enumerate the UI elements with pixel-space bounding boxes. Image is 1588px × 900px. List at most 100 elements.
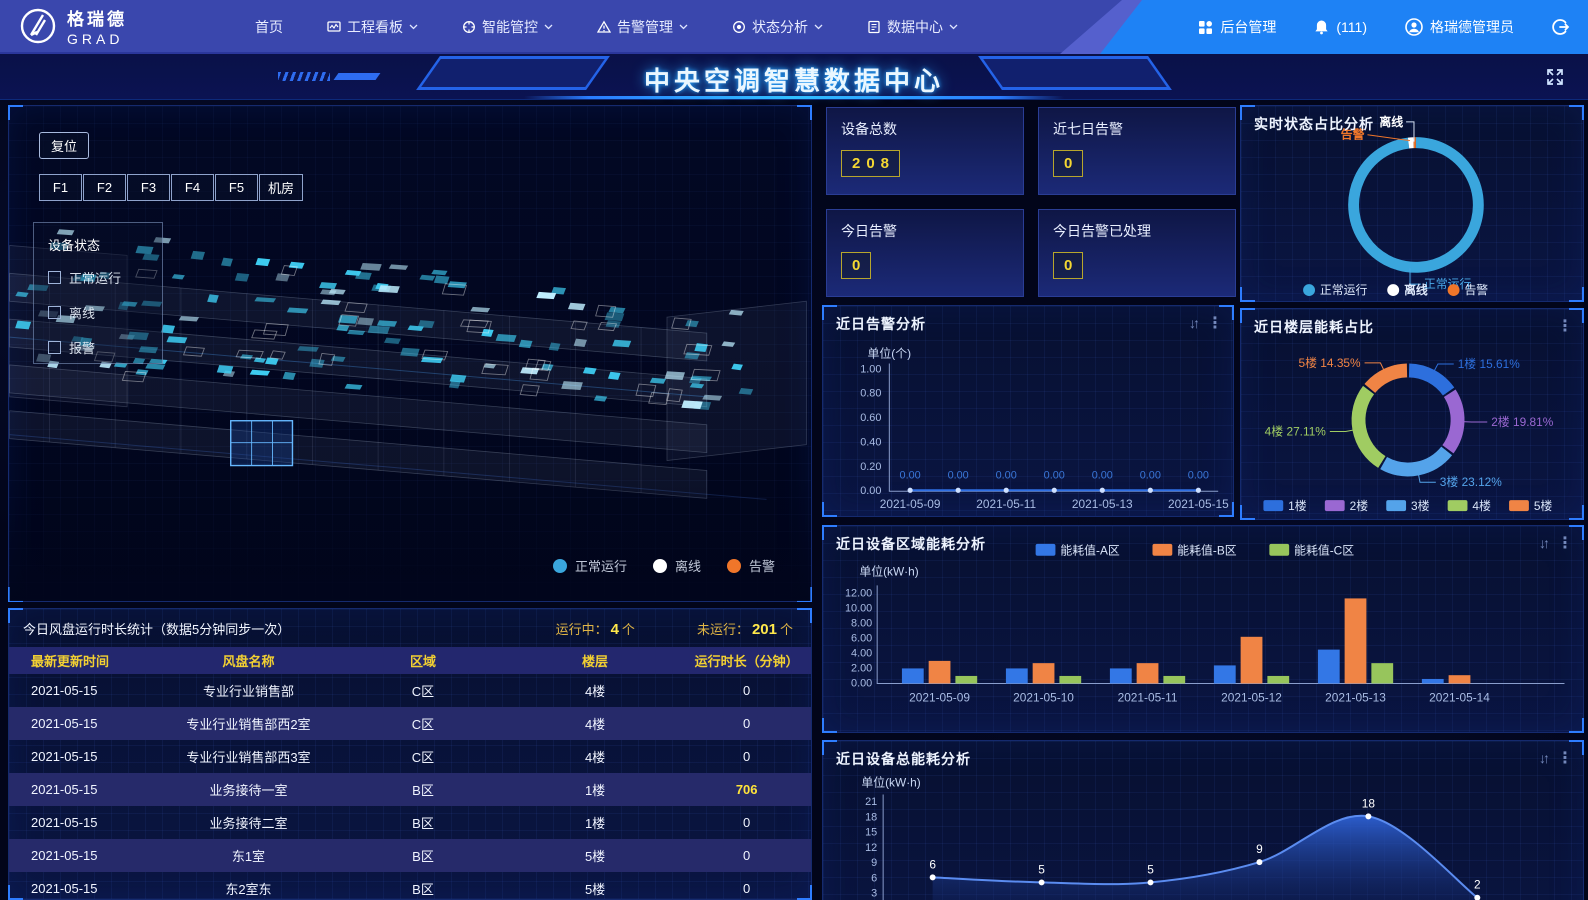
floor-button-机房[interactable]: 机房 xyxy=(259,174,303,201)
app-root: 格瑞德 GRAD 首页 工程看板 智能管控 告警管理 状态分析 数据中心 后台管理 xyxy=(0,0,1588,900)
sort-icon[interactable]: ↓↑ xyxy=(1539,750,1547,766)
floor-button-F2[interactable]: F2 xyxy=(83,174,126,201)
status-donut-chart: 离线告警正常运行正常运行离线告警 xyxy=(1241,106,1583,301)
svg-text:2021-05-15: 2021-05-15 xyxy=(1168,497,1229,511)
stat-label: 今日告警 xyxy=(841,221,1009,241)
svg-text:2021-05-12: 2021-05-12 xyxy=(1221,690,1282,704)
chevron-down-icon xyxy=(814,24,823,30)
table-cell: 2021-05-15 xyxy=(9,749,159,764)
page-header: 中央空调智慧数据中心 xyxy=(0,54,1588,100)
brand-logo[interactable]: 格瑞德 GRAD xyxy=(18,5,127,47)
status-filter-option-3[interactable]: 报警 xyxy=(48,338,162,357)
table-row: 2021-05-15业务接待一室B区1楼706 xyxy=(9,773,811,806)
kebab-menu-icon[interactable]: ⋮ xyxy=(1557,316,1573,336)
svg-text:15: 15 xyxy=(865,827,877,839)
table-cell: 2021-05-15 xyxy=(9,782,159,797)
board-icon xyxy=(327,20,341,34)
table-cell: 专业行业销售部 xyxy=(159,681,339,700)
checkbox[interactable] xyxy=(48,341,61,354)
kebab-menu-icon[interactable]: ⋮ xyxy=(1557,533,1573,553)
checkbox[interactable] xyxy=(48,271,61,284)
chevron-down-icon xyxy=(409,24,418,30)
fullscreen-icon xyxy=(1544,66,1566,88)
chevron-down-icon xyxy=(949,24,958,30)
sort-icon[interactable]: ↓↑ xyxy=(1539,535,1547,551)
svg-text:能耗值-C区: 能耗值-C区 xyxy=(1294,544,1354,558)
table-cell: B区 xyxy=(338,879,508,898)
stat-label: 今日告警已处理 xyxy=(1053,221,1221,241)
table-cell: C区 xyxy=(338,714,508,733)
control-icon xyxy=(462,20,476,34)
table-cell: 5楼 xyxy=(508,846,683,865)
alarm-line-chart: 单位(个)1.000.800.600.400.200.000.000.000.0… xyxy=(823,306,1233,516)
chevron-down-icon xyxy=(544,24,553,30)
menu-item-5[interactable]: 状态分析 xyxy=(732,17,823,37)
svg-text:0.00: 0.00 xyxy=(1140,469,1161,481)
region-energy-panel: 近日设备区域能耗分析 ↓↑ ⋮ 能耗值-A区能耗值-B区能耗值-C区单位(kW·… xyxy=(822,525,1584,733)
user-menu[interactable]: 格瑞德管理员 xyxy=(1405,17,1514,37)
sort-icon[interactable]: ↓↑ xyxy=(1189,315,1197,331)
table-cell: 2021-05-15 xyxy=(9,815,159,830)
svg-text:0.00: 0.00 xyxy=(1092,469,1113,481)
svg-text:0.60: 0.60 xyxy=(860,412,881,424)
stat-value: 0 xyxy=(1053,252,1083,279)
table-cell: 专业行业销售部西2室 xyxy=(159,714,339,733)
logout-button[interactable] xyxy=(1552,18,1570,36)
menu-item-3[interactable]: 智能管控 xyxy=(462,17,553,37)
recent-alarm-panel: 近日告警分析 ↓↑ ⋮ 单位(个)1.000.800.600.400.200.0… xyxy=(822,305,1234,517)
panel-title: 近日告警分析 xyxy=(836,314,926,334)
svg-text:能耗值-B区: 能耗值-B区 xyxy=(1177,544,1236,558)
table-cell: 2021-05-15 xyxy=(9,716,159,731)
table-cell: 1楼 xyxy=(508,813,683,832)
table-cell: B区 xyxy=(338,780,508,799)
table-cell: 1楼 xyxy=(508,780,683,799)
menu-item-4[interactable]: 告警管理 xyxy=(597,17,688,37)
top-navbar: 格瑞德 GRAD 首页 工程看板 智能管控 告警管理 状态分析 数据中心 后台管理 xyxy=(0,0,1588,54)
table-cell: 东1室 xyxy=(159,846,339,865)
status-filter-option-2[interactable]: 离线 xyxy=(48,303,162,322)
stat-card-2: 近七日告警 0 xyxy=(1038,107,1236,195)
running-count: 运行中：4个 xyxy=(556,619,635,638)
svg-text:离线: 离线 xyxy=(1404,283,1428,297)
svg-text:18: 18 xyxy=(865,811,877,823)
device-status-filter: 设备状态 正常运行离线报警 xyxy=(33,222,163,364)
logout-icon xyxy=(1552,18,1570,36)
floor-selector: F1F2F3F4F5机房 xyxy=(39,174,303,201)
table-cell: 5楼 xyxy=(508,879,683,898)
checkbox[interactable] xyxy=(48,306,61,319)
chevron-down-icon xyxy=(679,24,688,30)
floor-button-F1[interactable]: F1 xyxy=(39,174,82,201)
notification-count: (111) xyxy=(1336,19,1367,35)
svg-text:10.00: 10.00 xyxy=(845,602,872,614)
notifications-button[interactable]: (111) xyxy=(1314,19,1367,35)
kebab-menu-icon[interactable]: ⋮ xyxy=(1207,313,1223,333)
floor-button-F4[interactable]: F4 xyxy=(171,174,214,201)
table-cell: 706 xyxy=(682,782,811,797)
table-body: 2021-05-15专业行业销售部C区4楼02021-05-15专业行业销售部西… xyxy=(9,674,811,900)
svg-text:单位(kW·h): 单位(kW·h) xyxy=(859,565,918,579)
svg-text:2021-05-11: 2021-05-11 xyxy=(1118,690,1178,704)
bell-icon xyxy=(1314,19,1329,35)
menu-item-1[interactable]: 首页 xyxy=(255,17,283,37)
svg-text:9: 9 xyxy=(1256,842,1263,856)
table-header-cell: 运行时长（分钟） xyxy=(682,651,811,670)
svg-text:0.00: 0.00 xyxy=(1188,469,1209,481)
status-filter-option-1[interactable]: 正常运行 xyxy=(48,268,162,287)
reset-view-button[interactable]: 复位 xyxy=(39,132,89,159)
legend-dot xyxy=(727,559,741,573)
table-cell: 0 xyxy=(682,683,811,698)
svg-text:0.00: 0.00 xyxy=(900,469,921,481)
table-row: 2021-05-15业务接待二室B区1楼0 xyxy=(9,806,811,839)
floor-button-F5[interactable]: F5 xyxy=(215,174,258,201)
table-header-row: 最新更新时间风盘名称区域楼层运行时长（分钟） xyxy=(9,647,811,674)
admin-button[interactable]: 后台管理 xyxy=(1198,17,1276,37)
menu-item-2[interactable]: 工程看板 xyxy=(327,17,418,37)
panel-title: 近日楼层能耗占比 xyxy=(1254,317,1374,337)
svg-text:6: 6 xyxy=(871,872,877,884)
floor-button-F3[interactable]: F3 xyxy=(127,174,170,201)
table-header-cell: 最新更新时间 xyxy=(9,651,159,670)
fullscreen-button[interactable] xyxy=(1544,66,1566,93)
panel-title: 近日设备总能耗分析 xyxy=(836,749,971,769)
kebab-menu-icon[interactable]: ⋮ xyxy=(1557,748,1573,768)
menu-item-6[interactable]: 数据中心 xyxy=(867,17,958,37)
